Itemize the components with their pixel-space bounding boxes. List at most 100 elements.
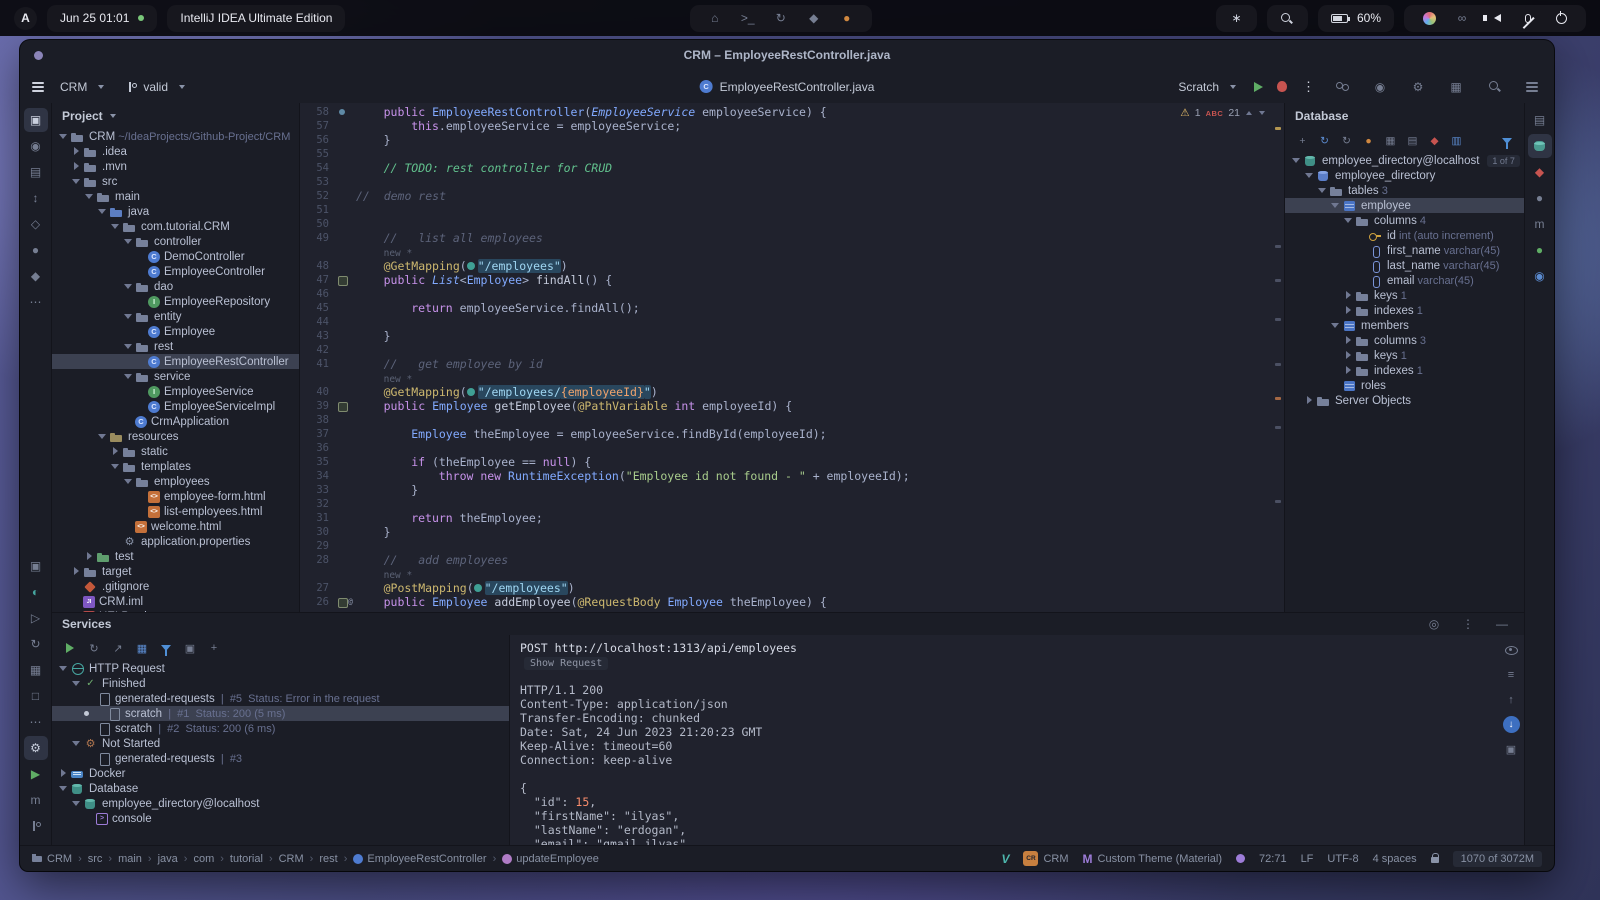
endpoints-icon[interactable]: ◉ <box>1528 264 1552 288</box>
code-line[interactable]: 41// get employee by id <box>300 357 1284 371</box>
database-tree-item[interactable]: email varchar(45) <box>1285 273 1524 288</box>
breadcrumb-item[interactable]: EmployeeRestController <box>353 853 487 865</box>
code-line[interactable]: 35 if (theEmployee == null) { <box>300 455 1284 469</box>
terminal-icon[interactable]: □ <box>24 684 48 708</box>
breadcrumb-item[interactable]: src <box>88 853 103 865</box>
project-tree-item[interactable]: <> employee-form.html <box>52 489 299 504</box>
more-bottom-icon[interactable]: ⋯ <box>24 710 48 734</box>
project-panel-title[interactable]: Project <box>62 109 103 123</box>
run-icon[interactable] <box>60 638 80 658</box>
project-tree-item[interactable]: C EmployeeServiceImpl <box>52 399 299 414</box>
code-line[interactable]: 34 throw new RuntimeException("Employee i… <box>300 469 1284 483</box>
sync-icon[interactable]: ↻ <box>1337 132 1356 151</box>
list-icon[interactable]: ≡ <box>1501 665 1521 685</box>
run-icon[interactable]: ▶ <box>24 762 48 786</box>
branch-switcher[interactable]: valid <box>119 76 192 98</box>
database-tree-item[interactable]: first_name varchar(45) <box>1285 243 1524 258</box>
database-tree-item[interactable]: columns 3 <box>1285 333 1524 348</box>
service-tree-item[interactable]: ✓ Finished <box>52 676 509 691</box>
scroll-end-icon[interactable]: ↓ <box>1502 716 1520 733</box>
refresh-icon[interactable]: ↻ <box>1315 132 1334 151</box>
code-line[interactable]: 57 this.employeeService = employeeService… <box>300 119 1284 133</box>
browser-icon[interactable]: ● <box>835 6 859 30</box>
database-tree-item[interactable]: members <box>1285 318 1524 333</box>
database-tree-item[interactable]: employee <box>1285 198 1524 213</box>
project-tree-item[interactable]: .mvn <box>52 159 299 174</box>
code-line[interactable]: 33} <box>300 483 1284 497</box>
project-tree-item[interactable]: I EmployeeRepository <box>52 294 299 309</box>
project-tree-item[interactable]: dao <box>52 279 299 294</box>
run-configuration-selector[interactable]: Scratch <box>1174 78 1240 96</box>
edit-icon[interactable]: ▤ <box>1403 132 1422 151</box>
code-line[interactable]: new * <box>300 567 1284 581</box>
project-tree-item[interactable]: test <box>52 549 299 564</box>
code-line[interactable]: 38 <box>300 413 1284 427</box>
code-line[interactable]: 55 <box>300 147 1284 161</box>
project-tree-item[interactable]: target <box>52 564 299 579</box>
copy-icon[interactable]: ▣ <box>1501 739 1521 759</box>
debug-button[interactable] <box>1277 81 1287 92</box>
git-icon[interactable] <box>24 814 48 838</box>
caret-position[interactable]: 72:71 <box>1259 853 1287 865</box>
add-icon[interactable]: + <box>1293 132 1312 151</box>
code-line[interactable]: 26 @ public Employee addEmployee(@RequestB… <box>300 595 1284 609</box>
color-icon[interactable]: ● <box>1359 132 1378 151</box>
code-line[interactable]: 53 <box>300 175 1284 189</box>
settings-icon[interactable]: ◎ <box>1422 612 1446 636</box>
vcs-icon[interactable]: ↕ <box>24 186 48 210</box>
database-tree-item[interactable]: last_name varchar(45) <box>1285 258 1524 273</box>
code-line[interactable]: 51 <box>300 203 1284 217</box>
project-switcher[interactable]: CRM <box>53 76 111 98</box>
code-line[interactable]: 45 return employeeService.findAll(); <box>300 301 1284 315</box>
database-tree-item[interactable]: columns 4 <box>1285 213 1524 228</box>
project-tree-item[interactable]: static <box>52 444 299 459</box>
code-line[interactable]: 46 <box>300 287 1284 301</box>
next-problem-icon[interactable] <box>1258 109 1266 117</box>
code-line[interactable]: 30} <box>300 525 1284 539</box>
indicator-dot[interactable] <box>1236 854 1246 863</box>
memory-indicator[interactable]: 1070 of 3072M <box>1452 850 1542 867</box>
current-file-tab[interactable]: C EmployeeRestController.java <box>699 80 874 94</box>
project-tree-item[interactable]: C DemoController <box>52 249 299 264</box>
database-tree-item[interactable]: employee_directory@localhost 1 of 7 <box>1285 153 1524 168</box>
service-tree-item[interactable]: Docker <box>52 766 509 781</box>
code-line[interactable]: 54// TODO: rest controller for CRUD <box>300 161 1284 175</box>
table-view-icon[interactable]: ▦ <box>1381 132 1400 151</box>
database-tree-item[interactable]: tables 3 <box>1285 183 1524 198</box>
filter-icon[interactable] <box>156 638 176 658</box>
project-badge[interactable]: CRM <box>1023 851 1069 866</box>
code-line[interactable]: 48 @GetMapping("/employees") <box>300 259 1284 273</box>
breadcrumb-item[interactable]: CRM <box>279 853 304 865</box>
notifications-icon[interactable]: ▤ <box>1528 108 1552 132</box>
commit-icon[interactable]: ◉ <box>24 134 48 158</box>
project-tree-item[interactable]: controller <box>52 234 299 249</box>
code-line[interactable]: 37 Employee theEmployee = employeeService… <box>300 427 1284 441</box>
theme-widget[interactable]: Custom Theme (Material) <box>1083 852 1223 866</box>
database-panel-title[interactable]: Database <box>1295 109 1348 123</box>
mic-muted-icon[interactable] <box>1516 6 1540 30</box>
code-editor[interactable]: ⚠ 1 ABC 21 58 public EmployeeRestControll… <box>300 103 1284 612</box>
project-tree-item[interactable]: com.tutorial.CRM <box>52 219 299 234</box>
editor-code-area[interactable]: 58 public EmployeeRestController(Employee… <box>300 103 1284 612</box>
more-actions-icon[interactable]: ⋮ <box>1301 79 1316 95</box>
maven-icon[interactable]: m <box>24 788 48 812</box>
code-line[interactable]: 49// list all employees <box>300 231 1284 245</box>
error-stripe[interactable] <box>1274 117 1282 608</box>
database-icon[interactable] <box>1527 134 1552 158</box>
plugins-icon[interactable]: ◆ <box>24 264 48 288</box>
tools-icon[interactable]: ⚙ <box>1406 75 1430 99</box>
project-tree-item[interactable]: rest <box>52 339 299 354</box>
service-tree-item[interactable]: scratch | #2 Status: 200 (6 ms) <box>52 721 509 736</box>
terminal-icon[interactable]: >_ <box>736 6 760 30</box>
export-icon[interactable]: ▥ <box>1447 132 1466 151</box>
project-tree-item[interactable]: templates <box>52 459 299 474</box>
plugin-v-icon[interactable] <box>1001 852 1009 866</box>
palette-icon[interactable] <box>1417 6 1441 30</box>
code-line[interactable]: 42 <box>300 343 1284 357</box>
code-line[interactable]: 27 @PostMapping("/employees") <box>300 581 1284 595</box>
project-tree-item[interactable]: JI CRM.iml <box>52 594 299 609</box>
project-tree-item[interactable]: C CrmApplication <box>52 414 299 429</box>
problems-icon[interactable]: ◆ <box>1528 160 1552 184</box>
search-widget[interactable] <box>1266 4 1308 32</box>
database-tree-item[interactable]: keys 1 <box>1285 288 1524 303</box>
